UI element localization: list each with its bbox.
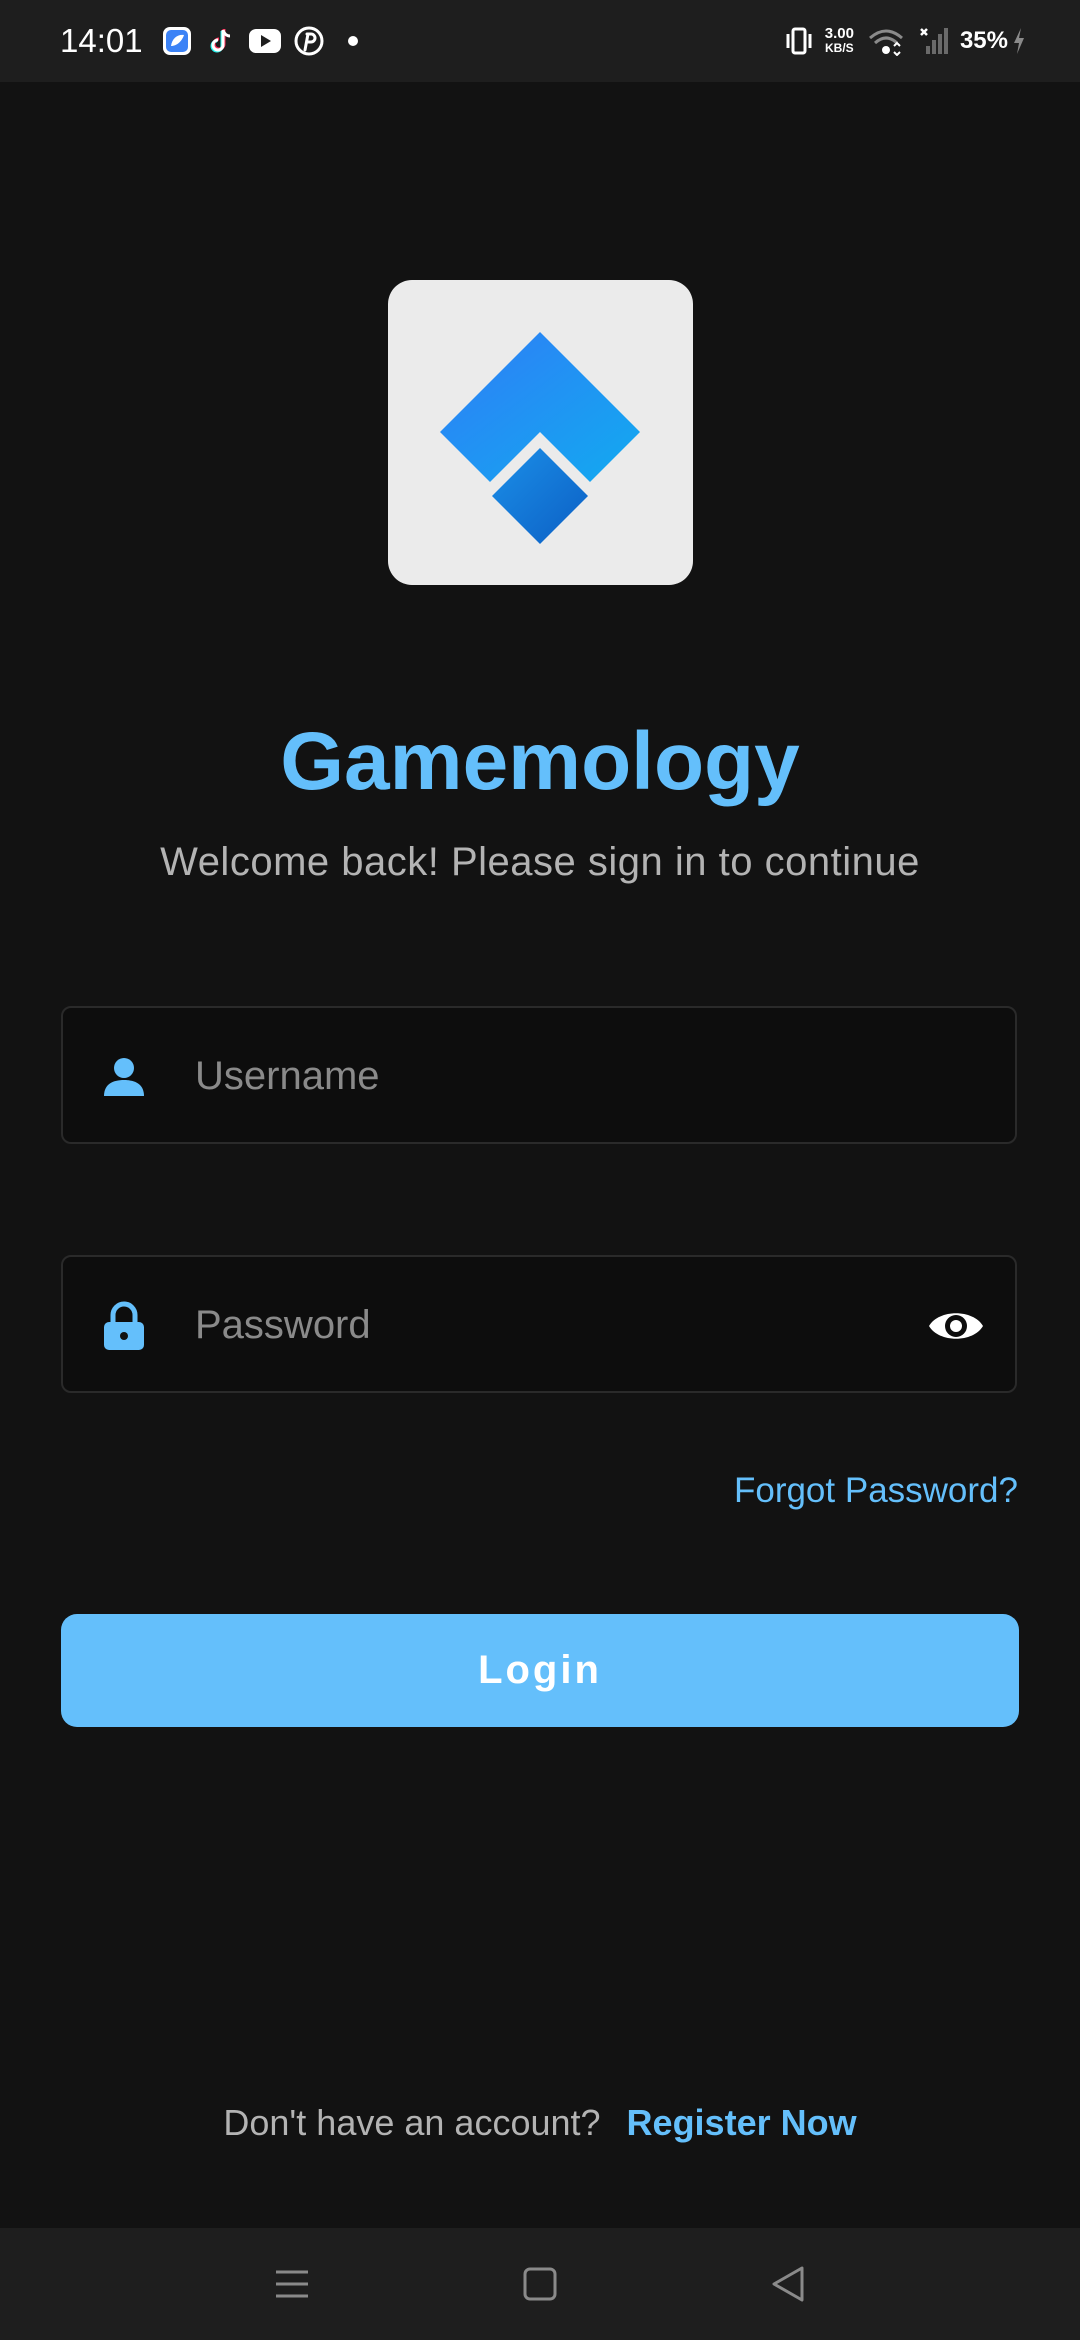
app-logo xyxy=(388,280,693,585)
status-time: 14:01 xyxy=(60,22,143,59)
youtube-icon xyxy=(248,24,282,58)
wifi-icon xyxy=(866,26,906,56)
password-input[interactable] xyxy=(193,1257,957,1393)
register-row: Don't have an account? Register Now xyxy=(0,2098,1080,2148)
person-icon xyxy=(104,1058,144,1096)
net-speed-value: 3.00 xyxy=(824,25,854,42)
logo-diamond-icon xyxy=(440,332,640,544)
back-icon[interactable] xyxy=(762,2258,814,2310)
register-prompt: Don't have an account? xyxy=(223,2102,601,2143)
battery-level: 35% xyxy=(959,27,1008,54)
forgot-password-link[interactable]: Forgot Password? xyxy=(734,1468,1018,1514)
username-field[interactable] xyxy=(61,1006,1017,1144)
eye-icon[interactable] xyxy=(927,1301,985,1351)
navigation-bar xyxy=(0,2228,1080,2340)
lock-icon xyxy=(104,1301,144,1350)
bluesky-icon xyxy=(160,24,194,58)
app-title: Gamemology xyxy=(280,716,800,807)
login-button[interactable]: Login xyxy=(61,1614,1019,1727)
vibrate-icon xyxy=(785,26,813,56)
net-speed-unit: KB/S xyxy=(825,41,854,55)
charging-icon xyxy=(1012,26,1026,56)
signal-icon xyxy=(918,26,948,56)
net-speed: 3.00 KB/S xyxy=(825,26,854,56)
notification-icons xyxy=(160,24,380,58)
welcome-subtitle: Welcome back! Please sign in to continue xyxy=(160,840,920,884)
password-field[interactable] xyxy=(61,1255,1017,1393)
system-status-icons: 3.00 KB/S 35% xyxy=(773,22,1026,60)
status-bar: 14:01 3.00 KB/S 35% xyxy=(0,0,1080,82)
tiktok-icon xyxy=(204,24,238,58)
username-input[interactable] xyxy=(193,1008,957,1144)
register-now-link[interactable]: Register Now xyxy=(627,2102,857,2143)
home-icon[interactable] xyxy=(514,2258,566,2310)
menu-icon[interactable] xyxy=(266,2258,318,2310)
dot-icon xyxy=(336,24,370,58)
pinterest-icon xyxy=(292,24,326,58)
